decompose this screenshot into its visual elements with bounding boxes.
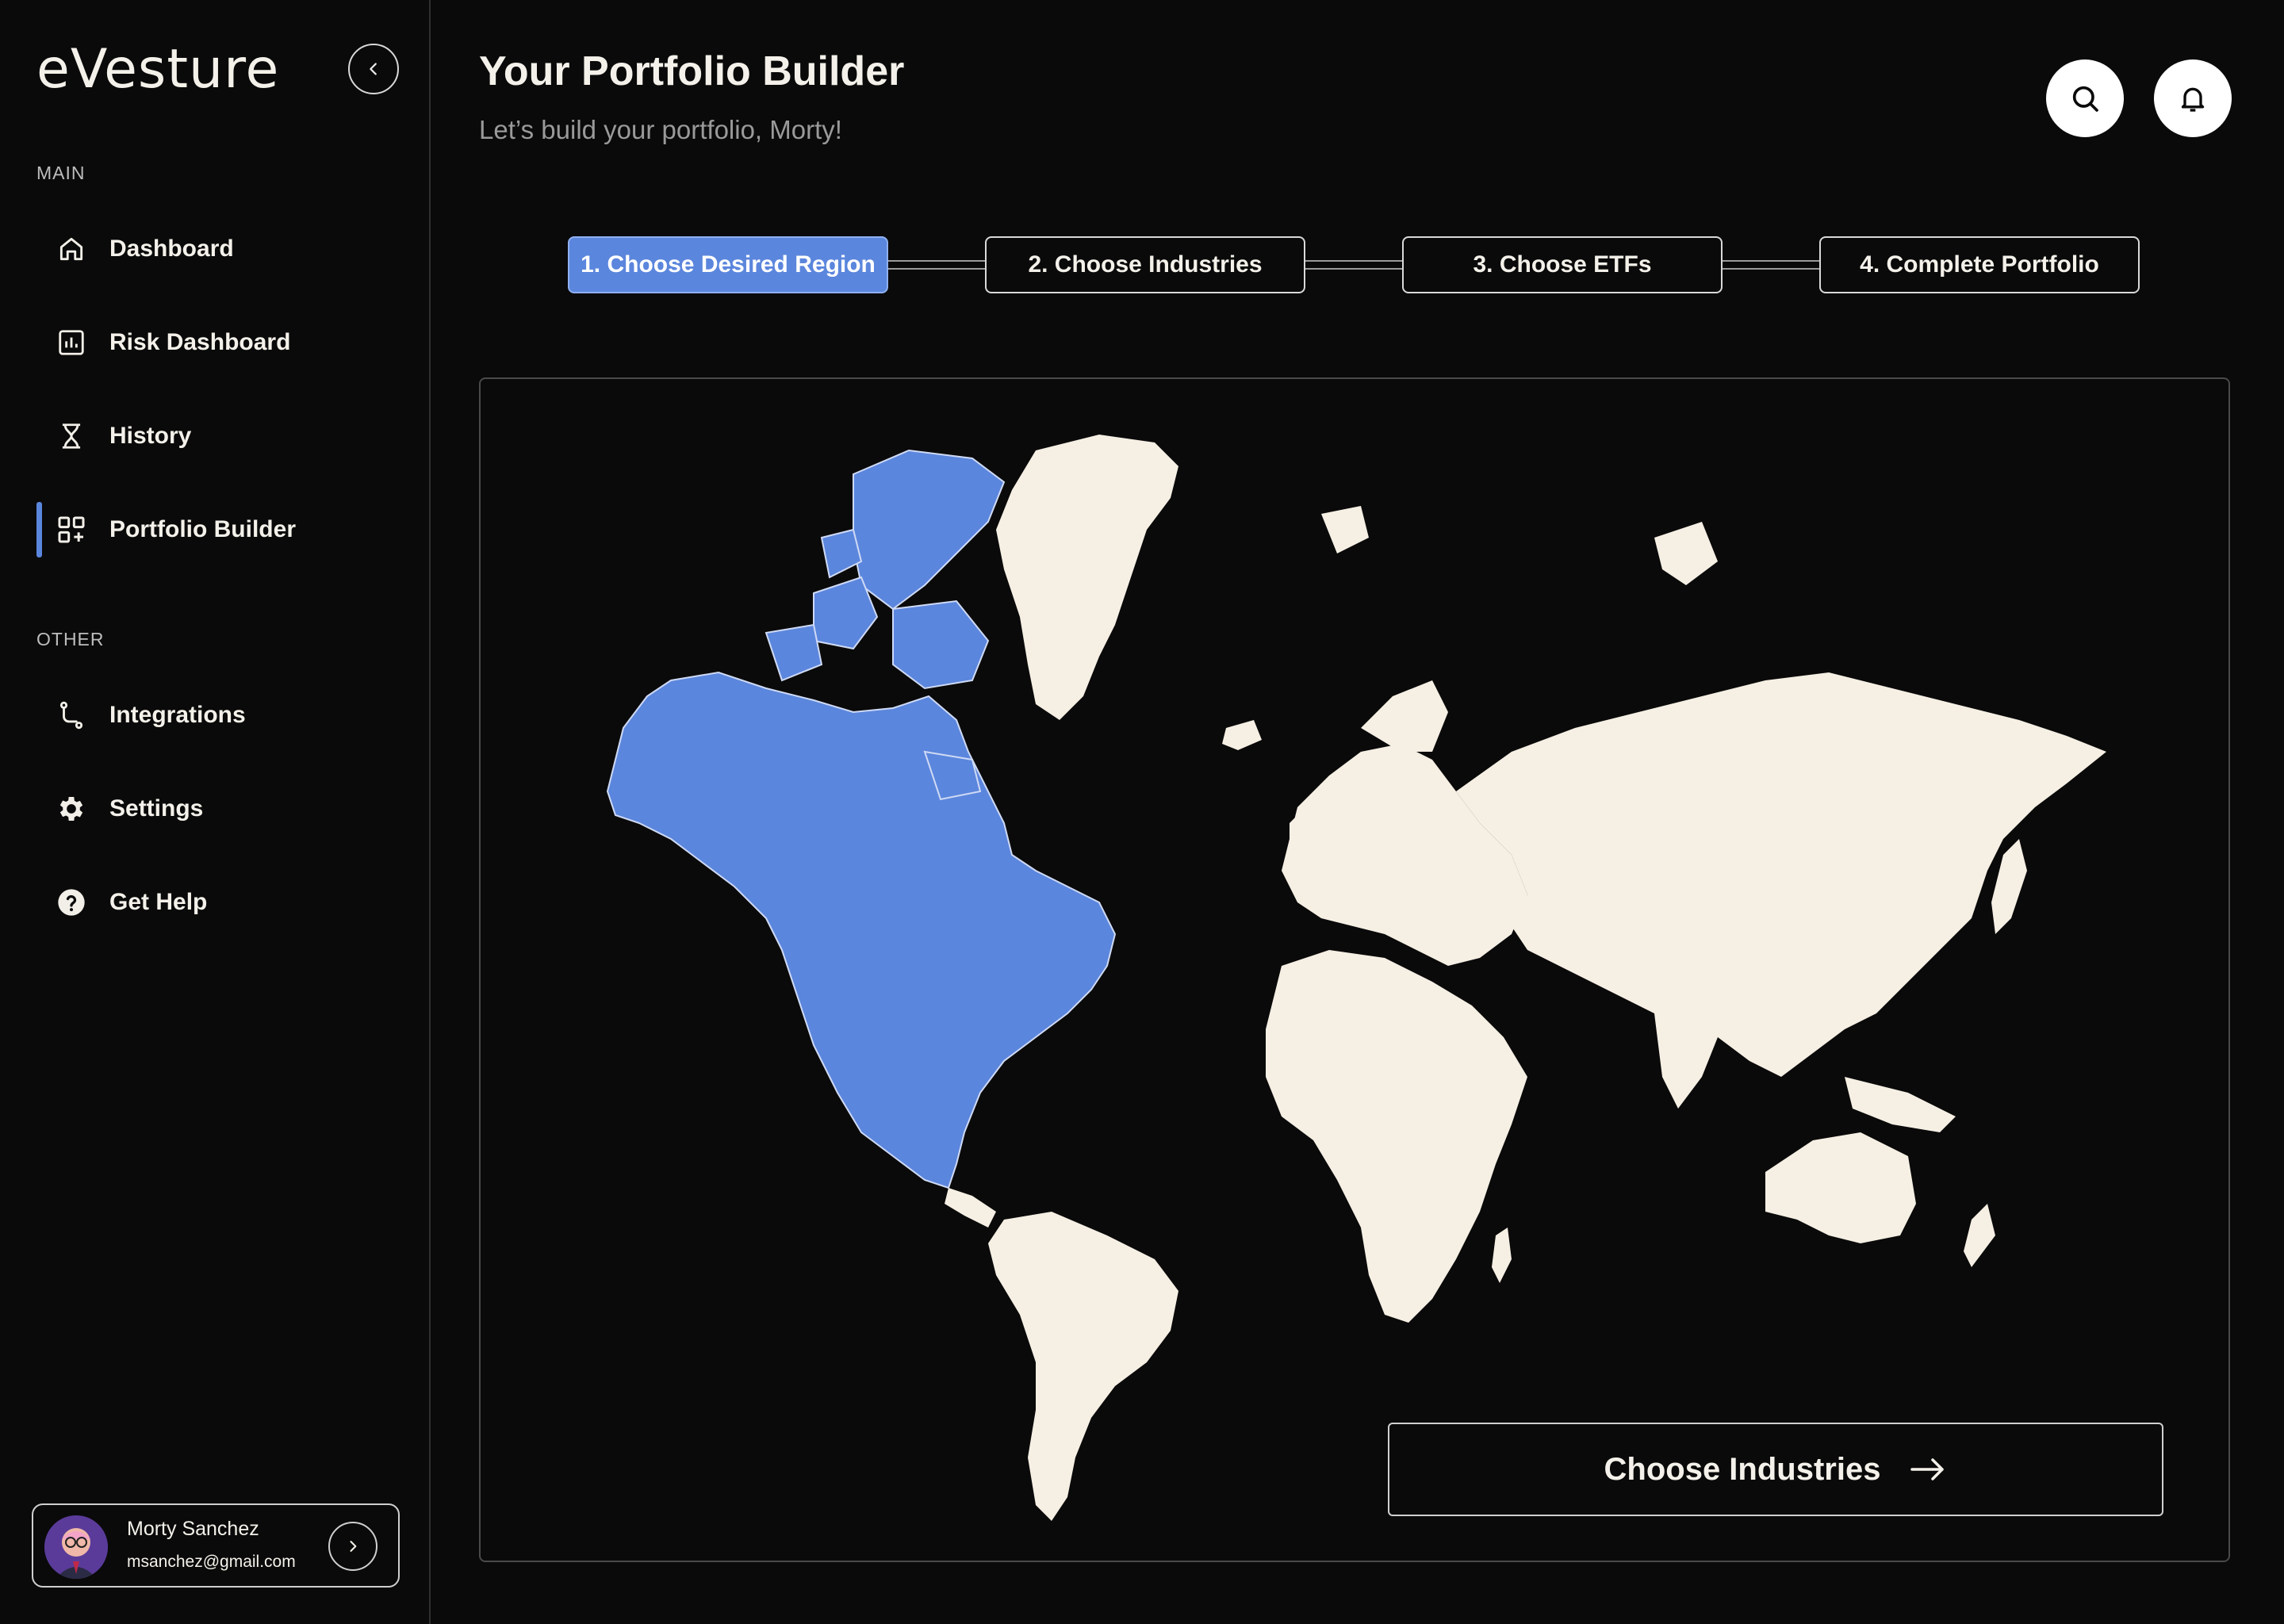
step-choose-industries[interactable]: 2. Choose Industries [985,236,1305,293]
user-profile-card[interactable]: Morty Sanchez msanchez@gmail.com [32,1503,400,1588]
madagascar [1492,1228,1512,1283]
sidebar-item-label: History [109,423,192,449]
hourglass-icon [56,420,87,452]
bar-chart-icon [56,327,87,358]
sidebar-item-risk-dashboard[interactable]: Risk Dashboard [36,315,385,370]
sidebar-item-label: Risk Dashboard [109,329,291,355]
region-map-panel: Choose Industries [479,377,2230,1562]
page-subtitle: Let’s build your portfolio, Morty! [479,115,842,144]
arctic-islands [1321,506,1369,553]
arctic-islands [1654,522,1718,585]
cta-label: Choose Industries [1604,1451,1881,1487]
arrow-right-icon [1910,1458,1945,1480]
help-circle-icon [56,887,87,918]
chevron-left-icon [370,63,377,75]
page-title: Your Portfolio Builder [479,48,905,94]
user-email: msanchez@gmail.com [127,1553,296,1571]
step-choose-region[interactable]: 1. Choose Desired Region [568,236,888,293]
central-america [945,1188,996,1228]
world-map [606,435,2106,1521]
route-icon [56,699,87,731]
collapse-sidebar-button[interactable] [348,44,399,94]
step-complete-portfolio[interactable]: 4. Complete Portfolio [1819,236,2140,293]
southeast-asia-islands [1845,1077,1956,1132]
sidebar-item-label: Settings [109,795,204,822]
chevron-right-icon [350,1541,357,1552]
choose-industries-button[interactable]: Choose Industries [1388,1423,2163,1516]
region-greenland[interactable] [996,435,1178,720]
bell-icon [2181,87,2205,112]
avatar [44,1515,108,1579]
step-connector [887,260,987,270]
region-oceania[interactable] [1765,1132,1916,1243]
new-zealand [1964,1204,1995,1267]
search-button[interactable] [2046,59,2124,137]
iceland [1222,720,1262,750]
region-south-america[interactable] [988,1212,1178,1521]
sidebar: eVesture MAIN Dashboard Risk Dashboard H… [0,0,431,1624]
gear-icon [56,793,87,825]
sidebar-item-get-help[interactable]: Get Help [36,875,385,930]
app-logo: eVesture [36,38,280,101]
active-indicator [36,502,42,557]
sidebar-item-label: Get Help [109,889,208,915]
notifications-button[interactable] [2154,59,2232,137]
sidebar-item-portfolio-builder[interactable]: Portfolio Builder [36,502,385,557]
step-connector [1721,260,1821,270]
step-choose-etfs[interactable]: 3. Choose ETFs [1402,236,1723,293]
japan [1991,839,2027,934]
scandinavia [1361,680,1448,752]
sidebar-item-integrations[interactable]: Integrations [36,688,385,743]
sidebar-item-label: Dashboard [109,236,234,262]
region-africa[interactable] [1266,950,1527,1323]
section-label-main: MAIN [36,163,86,183]
sidebar-item-label: Integrations [109,702,246,728]
grid-plus-icon [56,514,87,546]
sidebar-item-dashboard[interactable]: Dashboard [36,221,385,277]
search-icon [2072,86,2098,112]
sidebar-item-label: Portfolio Builder [109,516,296,542]
india [1654,1013,1718,1109]
sidebar-item-settings[interactable]: Settings [36,781,385,837]
home-icon [56,233,87,265]
sidebar-item-history[interactable]: History [36,408,385,464]
section-label-other: OTHER [36,629,105,649]
open-profile-button[interactable] [328,1522,377,1571]
user-name: Morty Sanchez [127,1518,259,1540]
step-connector [1304,260,1404,270]
